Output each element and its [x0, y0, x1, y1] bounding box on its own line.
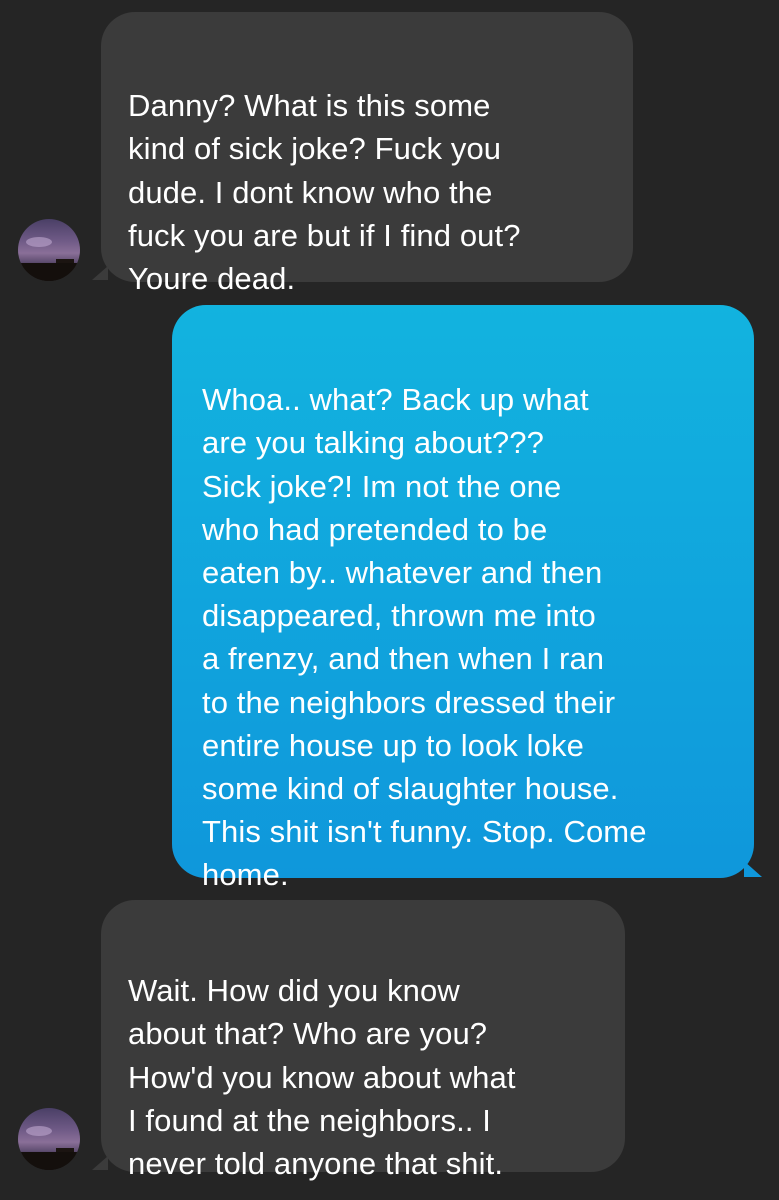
contact-avatar[interactable] — [18, 1108, 80, 1170]
message-bubble-incoming[interactable]: Danny? What is this some kind of sick jo… — [101, 12, 633, 296]
message-thread: Danny? What is this some kind of sick jo… — [0, 0, 779, 1200]
bubble-tail — [92, 266, 108, 280]
avatar-sky-glow — [26, 237, 52, 247]
message-bubble-outgoing[interactable]: Whoa.. what? Back up what are you talkin… — [172, 305, 754, 892]
contact-avatar[interactable] — [18, 219, 80, 281]
message-text: Wait. How did you know about that? Who a… — [128, 973, 516, 1182]
message-text: Danny? What is this some kind of sick jo… — [128, 88, 521, 297]
message-text: Whoa.. what? Back up what are you talkin… — [202, 382, 647, 893]
bubble-tail — [92, 1156, 108, 1170]
message-bubble-incoming[interactable]: Wait. How did you know about that? Who a… — [101, 900, 625, 1181]
avatar-tree-silhouette — [18, 263, 80, 281]
bubble-tail — [744, 861, 762, 877]
avatar-tree-silhouette — [18, 1152, 80, 1170]
avatar-sky-glow — [26, 1126, 52, 1136]
